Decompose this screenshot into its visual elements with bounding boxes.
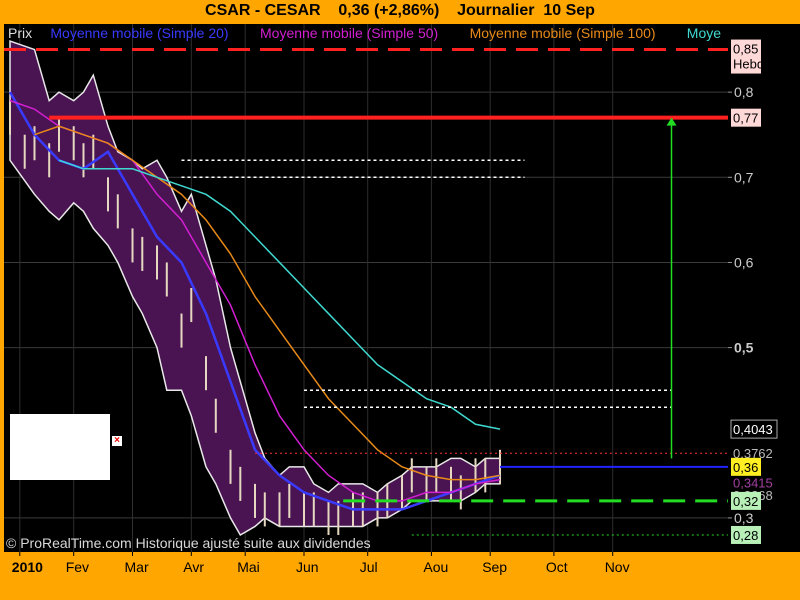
legend-item: Moyenne mobile (Simple 20)	[50, 25, 228, 41]
legend-item: Moye	[687, 25, 721, 41]
support-028-label: 0,28	[733, 528, 758, 543]
x-tick-label: Jul	[360, 559, 378, 575]
hebdo-level-label: 0,85	[733, 42, 758, 57]
x-tick-label: Jun	[296, 559, 319, 575]
plot-area	[4, 24, 728, 552]
hebdo-sublabel: Hebdo	[733, 57, 771, 72]
close-icon[interactable]: ×	[112, 436, 122, 446]
ma-value-label: 0,4043	[733, 422, 773, 437]
price-chart: 0,80,70,60,50,30,85Hebdo0,770,40430,3762…	[4, 24, 800, 575]
y-tick-label: 0,7	[734, 169, 754, 185]
copyright-note: © ProRealTime.com Historique ajusté suit…	[6, 535, 371, 551]
page-title: CSAR - CESAR 0,36 (+2,86%) Journalier 10…	[205, 2, 595, 19]
legend-item: Moyenne mobile (Simple 100)	[470, 25, 656, 41]
legend-item: Prix	[8, 25, 32, 41]
x-tick-label: Mar	[125, 559, 149, 575]
support-032-label: 0,32	[733, 494, 758, 509]
y-tick-label: 0,5	[734, 340, 754, 356]
x-tick-label: Nov	[605, 559, 630, 575]
x-tick-label: Sep	[482, 559, 507, 575]
y-tick-label: 0,3	[734, 510, 754, 526]
watermark-box	[10, 414, 110, 480]
x-tick-label: Avr	[183, 559, 204, 575]
x-tick-label: 2010	[12, 559, 43, 575]
x-tick-label: Fev	[66, 559, 89, 575]
x-tick-label: Oct	[546, 559, 568, 575]
current-price-label: 0,36	[733, 460, 758, 475]
legend-item: Moyenne mobile (Simple 50)	[260, 25, 438, 41]
x-tick-label: Mai	[237, 559, 260, 575]
resistance-077-label: 0,77	[733, 111, 758, 126]
x-tick-label: Aou	[423, 559, 448, 575]
y-tick-label: 0,8	[734, 84, 754, 100]
y-tick-label: 0,6	[734, 254, 754, 270]
